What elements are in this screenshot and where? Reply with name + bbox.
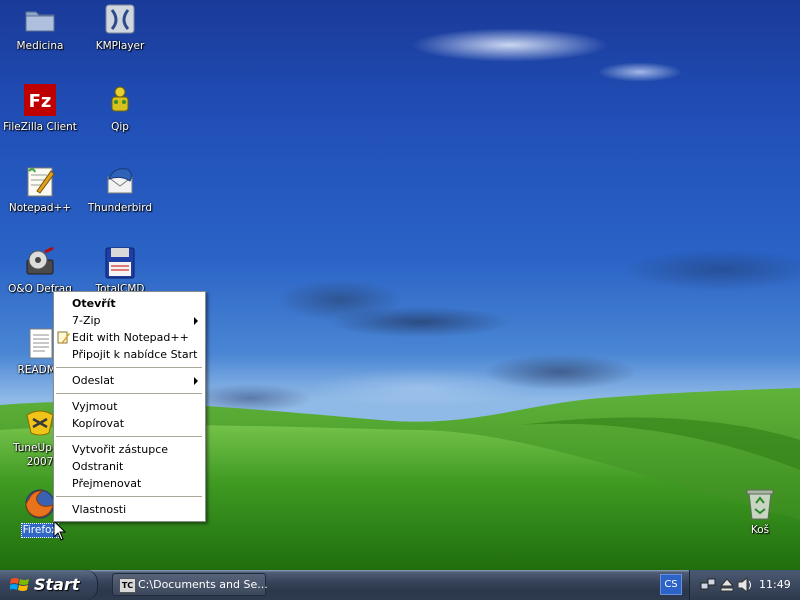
- submenu-arrow-icon: [194, 317, 198, 325]
- floppy-disk-icon: [103, 246, 137, 280]
- total-commander-icon: TC: [119, 578, 136, 593]
- windows-logo-icon: [10, 578, 29, 591]
- filezilla-icon: Fz: [23, 84, 57, 118]
- menu-item-label: Připojit k nabídce Start: [72, 348, 198, 361]
- volume-icon[interactable]: [737, 576, 753, 594]
- firefox-icon: [23, 487, 57, 521]
- menu-separator: [56, 393, 202, 394]
- thunderbird-icon: [103, 165, 137, 199]
- taskbar-button-total-commander[interactable]: TC C:\Documents and Se...: [112, 573, 268, 596]
- desktop-icon-thunderbird[interactable]: Thunderbird: [80, 165, 160, 215]
- menu-item-label: Edit with Notepad++: [72, 331, 189, 344]
- notepad-plus-plus-icon: [57, 331, 70, 344]
- tuneup-icon: [23, 405, 57, 439]
- desktop-icon-label: Thunderbird: [87, 202, 153, 214]
- desktop-icon-label: KMPlayer: [95, 40, 145, 52]
- desktop-icon-qip[interactable]: Qip: [80, 84, 160, 134]
- menu-item-label: Otevřít: [72, 297, 116, 310]
- desktop-icon-recycle-bin[interactable]: Koš: [720, 487, 800, 537]
- kmplayer-icon: [103, 3, 137, 37]
- qip-icon: [103, 84, 137, 118]
- menu-item-edit-with-notepad[interactable]: Edit with Notepad++: [54, 329, 205, 346]
- desktop-icon-totalcmd[interactable]: TotalCMD: [80, 246, 160, 296]
- desktop-icon-label: FileZilla Client: [3, 121, 77, 133]
- desktop-icon-kmplayer[interactable]: KMPlayer: [80, 3, 160, 53]
- folder-icon: [23, 3, 57, 37]
- menu-item-label: Odeslat: [72, 374, 115, 387]
- recycle-bin-icon: [743, 487, 777, 521]
- menu-separator: [56, 496, 202, 497]
- menu-separator: [56, 436, 202, 437]
- context-menu: Otevřít 7-Zip Edit with Notepad++ Připoj…: [53, 291, 206, 522]
- network-icon[interactable]: [700, 577, 716, 593]
- clock[interactable]: 11:49: [759, 578, 791, 591]
- menu-item-pin-to-start[interactable]: Připojit k nabídce Start: [54, 346, 205, 363]
- desktop-icon-label-line2: 2007: [26, 456, 54, 468]
- desktop-icon-label: Koš: [750, 524, 770, 536]
- menu-item-label: Vlastnosti: [72, 503, 127, 516]
- text-document-icon: [23, 327, 57, 361]
- desktop-icon-label: Qip: [111, 121, 129, 133]
- defrag-icon: [23, 246, 57, 280]
- menu-item-send-to[interactable]: Odeslat: [54, 372, 205, 389]
- menu-item-7zip[interactable]: 7-Zip: [54, 312, 205, 329]
- menu-item-cut[interactable]: Vyjmout: [54, 398, 205, 415]
- desktop-icon-notepad-plus-plus[interactable]: Notepad++: [0, 165, 80, 215]
- menu-item-open[interactable]: Otevřít: [54, 295, 205, 312]
- desktop-icon-medicina[interactable]: Medicina: [0, 3, 80, 53]
- start-button[interactable]: Start: [0, 570, 98, 600]
- menu-separator: [56, 367, 202, 368]
- submenu-arrow-icon: [194, 377, 198, 385]
- start-label: Start: [34, 575, 80, 594]
- desktop-icon-label: Medicina: [16, 40, 64, 52]
- menu-item-label: Vyjmout: [72, 400, 118, 413]
- desktop-icon-oo-defrag[interactable]: O&O Defrag: [0, 246, 80, 296]
- safely-remove-hardware-icon[interactable]: [720, 577, 734, 593]
- taskbar-button-label: C:\Documents and Se...: [138, 578, 268, 591]
- menu-item-label: Kopírovat: [72, 417, 125, 430]
- menu-item-rename[interactable]: Přejmenovat: [54, 475, 205, 492]
- notepad-plus-plus-icon: [23, 165, 57, 199]
- menu-item-create-shortcut[interactable]: Vytvořit zástupce: [54, 441, 205, 458]
- taskbar: Start TC C:\Documents and Se... CS 11:49: [0, 570, 800, 600]
- menu-item-delete[interactable]: Odstranit: [54, 458, 205, 475]
- mouse-cursor-icon: [53, 520, 67, 541]
- menu-item-label: 7-Zip: [72, 314, 101, 327]
- menu-item-label: Vytvořit zástupce: [72, 443, 169, 456]
- svg-text:Fz: Fz: [29, 91, 52, 112]
- menu-item-label: Odstranit: [72, 460, 124, 473]
- menu-item-label: Přejmenovat: [72, 477, 142, 490]
- language-indicator[interactable]: CS: [660, 574, 682, 595]
- menu-item-properties[interactable]: Vlastnosti: [54, 501, 205, 518]
- system-tray: 11:49: [689, 570, 800, 600]
- desktop-icon-label: Notepad++: [8, 202, 72, 214]
- desktop-icon-filezilla-client[interactable]: Fz FileZilla Client: [0, 84, 80, 134]
- menu-item-copy[interactable]: Kopírovat: [54, 415, 205, 432]
